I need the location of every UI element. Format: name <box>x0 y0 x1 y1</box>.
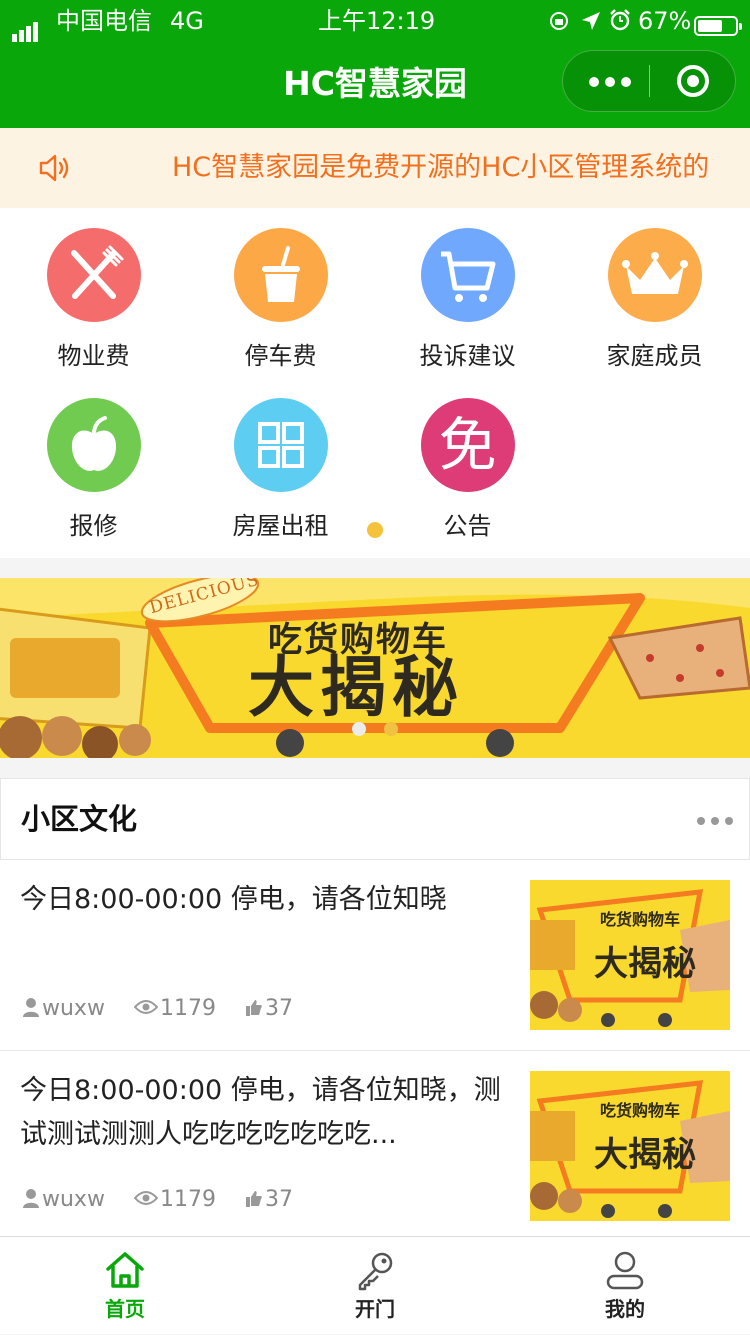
banner-dot-1[interactable] <box>352 722 366 736</box>
grid-item-parking-fee[interactable]: 停车费 <box>187 228 374 374</box>
speaker-icon <box>39 154 69 182</box>
alarm-icon <box>610 9 630 31</box>
free-char-icon: 免 <box>438 411 497 479</box>
battery-icon <box>694 9 742 41</box>
culture-section-header: 小区文化 <box>0 778 750 860</box>
article-meta: wuxw 1179 37 <box>22 1185 315 1215</box>
grid-item-family-members[interactable]: 家庭成员 <box>561 228 748 374</box>
grid-label: 物业费 <box>57 342 130 370</box>
eye-icon <box>133 1000 159 1014</box>
home-icon <box>106 1252 144 1288</box>
fork-knife-icon <box>70 245 123 299</box>
article-meta: wuxw 1179 37 <box>22 994 315 1024</box>
cup-icon <box>261 246 300 302</box>
views: 1179 <box>133 1185 216 1215</box>
family-members-icon-bg <box>607 228 702 322</box>
author: wuxw <box>22 1185 105 1215</box>
grid-label: 家庭成员 <box>606 342 703 370</box>
article-thumbnail: 吃货购物车 大揭秘 <box>530 1071 730 1221</box>
user-profile-icon <box>606 1251 644 1290</box>
notice-bar[interactable]: HC智慧家园是免费开源的HC小区管理系统的 <box>0 128 750 208</box>
service-grid: 物业费 停车费 投诉建议 家庭成员 报修 房屋出租 免 公告 <box>0 208 750 558</box>
article-item[interactable]: 今日8:00-00:00 停电，请各位知晓 wuxw 1179 37 吃货购物车… <box>0 860 750 1051</box>
close-mini-program-icon[interactable] <box>675 63 711 99</box>
section-title: 小区文化 <box>21 802 138 836</box>
promo-banner[interactable]: DELICIOUS 吃货购物车 大揭秘 <box>0 578 750 758</box>
thumbnail-big-text: 大揭秘 <box>594 944 696 984</box>
crown-icon <box>621 252 688 294</box>
apple-icon <box>71 416 116 471</box>
cart-icon <box>440 251 495 302</box>
property-fee-icon-bg <box>46 228 141 322</box>
banner-big-text: 大揭秘 <box>248 649 464 726</box>
grid-label: 房屋出租 <box>232 512 329 540</box>
thumbnail-small-text: 吃货购物车 <box>600 910 681 929</box>
tab-label: 首页 <box>105 1297 145 1321</box>
user-icon <box>23 998 39 1017</box>
more-menu-icon[interactable] <box>589 69 649 93</box>
repair-icon-bg <box>46 398 141 492</box>
grid-label: 公告 <box>443 512 492 540</box>
grid-item-announcement[interactable]: 免 公告 <box>374 398 561 544</box>
key-icon <box>358 1252 393 1291</box>
tab-home[interactable]: 首页 <box>0 1237 250 1335</box>
grid-page-indicator <box>367 522 383 538</box>
battery-percent: 67% <box>638 7 692 35</box>
house-rent-icon-bg <box>233 398 328 492</box>
status-bar: 中国电信 4G 上午12:19 67% <box>0 0 750 42</box>
thumb-up-icon <box>245 1000 262 1016</box>
thumb-up-icon <box>245 1191 262 1207</box>
parking-fee-icon-bg <box>233 228 328 322</box>
article-title: 今日8:00-00:00 停电，请各位知晓 <box>20 884 447 915</box>
grid-item-house-rent[interactable]: 房屋出租 <box>187 398 374 544</box>
nav-bar: HC智慧家园 <box>0 42 750 128</box>
notice-text: HC智慧家园是免费开源的HC小区管理系统的 <box>172 152 710 183</box>
grid-item-repair[interactable]: 报修 <box>0 398 187 544</box>
capsule-divider <box>649 65 650 97</box>
likes: 37 <box>245 994 293 1024</box>
article-thumbnail: 吃货购物车 大揭秘 <box>530 880 730 1030</box>
tab-bar: 首页 开门 我的 <box>0 1236 750 1334</box>
more-icon[interactable] <box>697 817 733 825</box>
user-icon <box>23 1189 39 1208</box>
banner-dot-2[interactable] <box>384 722 398 736</box>
announcement-icon-bg: 免 <box>420 398 515 492</box>
mini-program-capsule <box>562 50 736 112</box>
article-title: 今日8:00-00:00 停电，请各位知晓，测试测试测测人吃吃吃吃吃吃吃... <box>20 1075 501 1150</box>
grid-item-complaint[interactable]: 投诉建议 <box>374 228 561 374</box>
thumbnail-small-text: 吃货购物车 <box>600 1101 681 1120</box>
complaint-icon-bg <box>420 228 515 322</box>
author: wuxw <box>22 994 105 1024</box>
article-item[interactable]: 今日8:00-00:00 停电，请各位知晓，测试测试测测人吃吃吃吃吃吃吃... … <box>0 1051 750 1241</box>
tab-open-door[interactable]: 开门 <box>250 1237 500 1335</box>
tab-label: 我的 <box>605 1297 645 1321</box>
grid-icon <box>257 422 304 468</box>
grid-label: 停车费 <box>244 342 317 370</box>
eye-icon <box>133 1191 159 1205</box>
location-icon <box>582 12 600 30</box>
thumbnail-big-text: 大揭秘 <box>594 1135 696 1175</box>
clock: 上午12:19 <box>318 7 436 35</box>
tab-label: 开门 <box>355 1297 395 1321</box>
carrier-label: 中国电信 <box>56 7 152 35</box>
network-label: 4G <box>170 7 204 35</box>
grid-label: 报修 <box>69 512 118 540</box>
signal-icon <box>12 10 40 42</box>
views: 1179 <box>133 994 216 1024</box>
grid-label: 投诉建议 <box>419 342 516 370</box>
tab-mine[interactable]: 我的 <box>500 1237 750 1335</box>
grid-item-property-fee[interactable]: 物业费 <box>0 228 187 374</box>
rotation-lock-icon <box>550 12 568 30</box>
likes: 37 <box>245 1185 293 1215</box>
